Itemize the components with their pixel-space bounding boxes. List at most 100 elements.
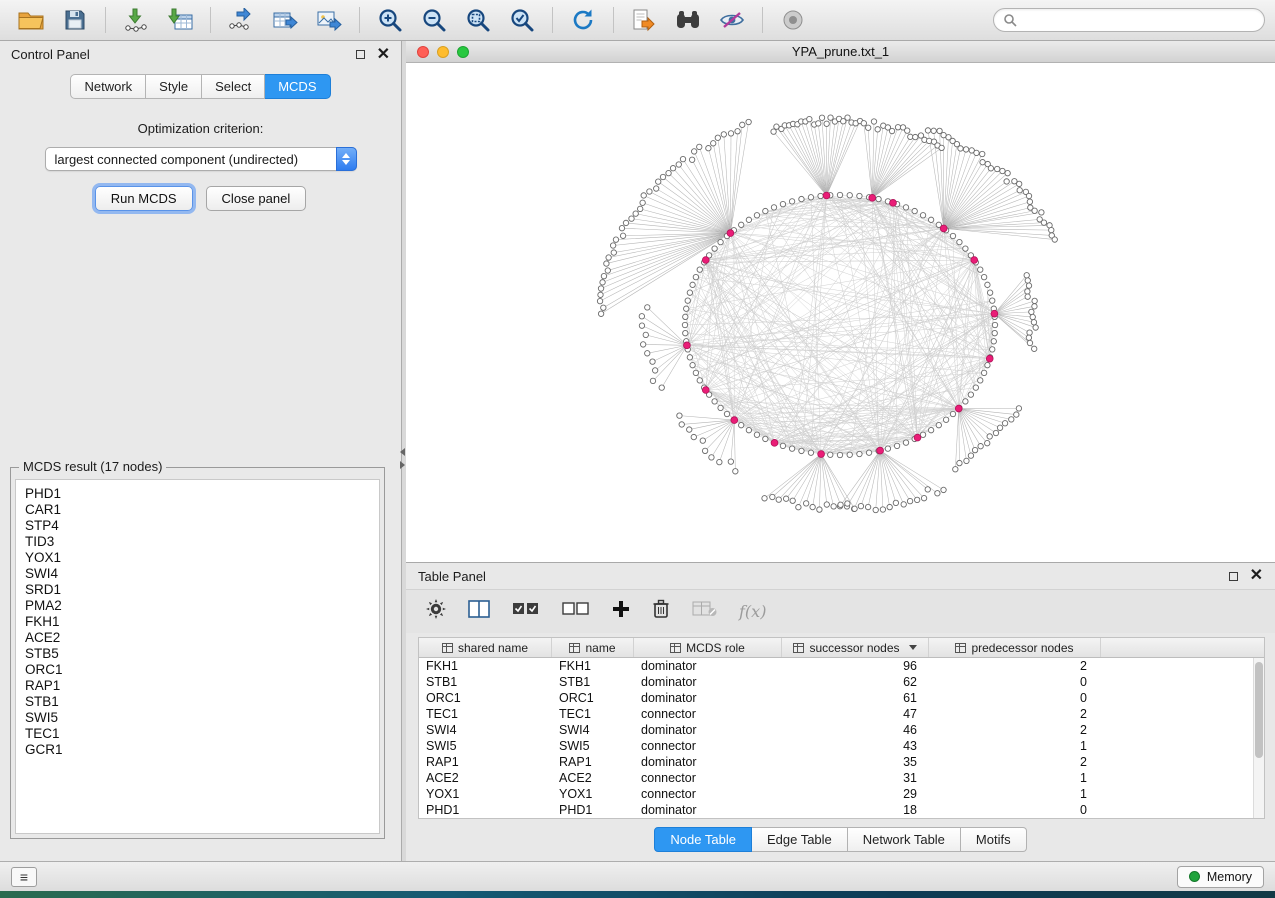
export-table-icon (272, 8, 298, 32)
table-cell: 0 (929, 675, 1101, 689)
zoom-fit-button[interactable] (457, 3, 499, 37)
import-table-button[interactable] (159, 3, 201, 37)
table-cell: 47 (782, 707, 929, 721)
table-row[interactable]: ORC1ORC1dominator610 (419, 690, 1253, 706)
apply-layout-button[interactable] (562, 3, 604, 37)
status-menu-button[interactable]: ≡ (11, 867, 37, 887)
table-cell: 1 (929, 787, 1101, 801)
column-type-icon (569, 643, 580, 653)
close-panel-button[interactable]: Close panel (206, 186, 307, 211)
binoculars-icon (675, 9, 701, 31)
table-cell: 43 (782, 739, 929, 753)
mcds-result-item[interactable]: YOX1 (25, 550, 370, 566)
tab-style[interactable]: Style (146, 74, 202, 99)
zoom-fit-icon (465, 7, 491, 33)
table-row[interactable]: YOX1YOX1connector291 (419, 786, 1253, 802)
mcds-result-item[interactable]: GCR1 (25, 742, 370, 758)
mcds-result-item[interactable]: SWI5 (25, 710, 370, 726)
table-scrollbar[interactable] (1253, 658, 1264, 818)
mcds-result-item[interactable]: SWI4 (25, 566, 370, 582)
table-row[interactable]: RAP1RAP1dominator352 (419, 754, 1253, 770)
zoom-selected-button[interactable] (501, 3, 543, 37)
table-row[interactable]: PHD1PHD1dominator180 (419, 802, 1253, 818)
table-cell: connector (634, 739, 782, 753)
close-window-icon[interactable] (417, 46, 429, 58)
maximize-window-icon[interactable] (457, 46, 469, 58)
column-header-successor-nodes[interactable]: successor nodes (782, 638, 929, 657)
memory-button[interactable]: Memory (1177, 866, 1264, 888)
mcds-result-item[interactable]: STP4 (25, 518, 370, 534)
network-canvas[interactable] (406, 63, 1275, 562)
share-document-button[interactable] (623, 3, 665, 37)
function-builder-button[interactable]: f(x) (739, 602, 766, 621)
mcds-result-list[interactable]: PHD1CAR1STP4TID3YOX1SWI4SRD1PMA2FKH1ACE2… (15, 479, 380, 834)
run-mcds-button[interactable]: Run MCDS (95, 186, 193, 211)
table-row[interactable]: TEC1TEC1connector472 (419, 706, 1253, 722)
column-header-filler (1101, 638, 1264, 657)
mcds-result-item[interactable]: CAR1 (25, 502, 370, 518)
close-panel-icon[interactable]: ✕ (377, 47, 390, 63)
tab-select[interactable]: Select (202, 74, 265, 99)
column-type-icon (442, 643, 453, 653)
zoom-in-button[interactable] (369, 3, 411, 37)
delete-column-button[interactable] (652, 599, 670, 624)
toggle-graphics-details-button[interactable] (711, 3, 753, 37)
network-window-titlebar[interactable]: YPA_prune.txt_1 (406, 41, 1275, 63)
close-panel-icon[interactable]: ✕ (1250, 568, 1263, 584)
float-panel-icon[interactable] (356, 50, 365, 59)
table-row[interactable]: FKH1FKH1dominator962 (419, 658, 1253, 674)
mcds-result-item[interactable]: SRD1 (25, 582, 370, 598)
column-header-name[interactable]: name (552, 638, 634, 657)
table-row[interactable]: SWI5SWI5connector431 (419, 738, 1253, 754)
tab-node-table[interactable]: Node Table (654, 827, 752, 852)
column-header-shared-name[interactable]: shared name (419, 638, 552, 657)
mcds-result-title: MCDS result (17 nodes) (19, 459, 166, 474)
tab-network-table[interactable]: Network Table (848, 827, 961, 852)
export-image-button[interactable] (308, 3, 350, 37)
mcds-result-item[interactable]: PMA2 (25, 598, 370, 614)
mcds-result-item[interactable]: FKH1 (25, 614, 370, 630)
table-row[interactable]: STB1STB1dominator620 (419, 674, 1253, 690)
import-network-button[interactable] (115, 3, 157, 37)
table-row[interactable]: SWI4SWI4dominator462 (419, 722, 1253, 738)
mcds-result-item[interactable]: ACE2 (25, 630, 370, 646)
chevron-down-icon[interactable] (909, 645, 917, 650)
show-columns-button[interactable] (468, 600, 490, 623)
select-all-rows-button[interactable] (512, 601, 540, 622)
mcds-result-item[interactable]: PHD1 (25, 486, 370, 502)
mcds-result-item[interactable]: TID3 (25, 534, 370, 550)
collapse-left-icon[interactable] (400, 448, 405, 456)
column-type-icon (793, 643, 804, 653)
mcds-result-item[interactable]: STB5 (25, 646, 370, 662)
deselect-all-rows-button[interactable] (562, 601, 590, 622)
tab-motifs[interactable]: Motifs (961, 827, 1027, 852)
mcds-result-item[interactable]: ORC1 (25, 662, 370, 678)
criterion-dropdown[interactable]: largest connected component (undirected) (45, 147, 357, 171)
open-session-button[interactable] (10, 3, 52, 37)
mcds-result-item[interactable]: RAP1 (25, 678, 370, 694)
table-cell: 2 (929, 755, 1101, 769)
search-input[interactable] (1023, 13, 1255, 27)
tab-mcds[interactable]: MCDS (265, 74, 330, 99)
search-network-button[interactable] (667, 3, 709, 37)
save-session-button[interactable] (54, 3, 96, 37)
export-table-button[interactable] (264, 3, 306, 37)
column-header-predecessor-nodes[interactable]: predecessor nodes (929, 638, 1101, 657)
zoom-out-button[interactable] (413, 3, 455, 37)
float-panel-icon[interactable] (1229, 572, 1238, 581)
tab-edge-table[interactable]: Edge Table (752, 827, 848, 852)
table-settings-button[interactable] (426, 599, 446, 624)
mcds-result-item[interactable]: STB1 (25, 694, 370, 710)
table-row[interactable]: ACE2ACE2connector311 (419, 770, 1253, 786)
export-network-button[interactable] (220, 3, 262, 37)
column-header-mcds-role[interactable]: MCDS role (634, 638, 782, 657)
mcds-result-item[interactable]: TEC1 (25, 726, 370, 742)
show-hide-panel-button[interactable] (772, 3, 814, 37)
expand-right-icon[interactable] (400, 461, 405, 469)
scrollbar-thumb[interactable] (1255, 662, 1263, 758)
tab-network[interactable]: Network (70, 74, 146, 99)
global-search-box[interactable] (993, 8, 1265, 32)
add-column-button[interactable] (612, 600, 630, 623)
minimize-window-icon[interactable] (437, 46, 449, 58)
table-cell: dominator (634, 755, 782, 769)
